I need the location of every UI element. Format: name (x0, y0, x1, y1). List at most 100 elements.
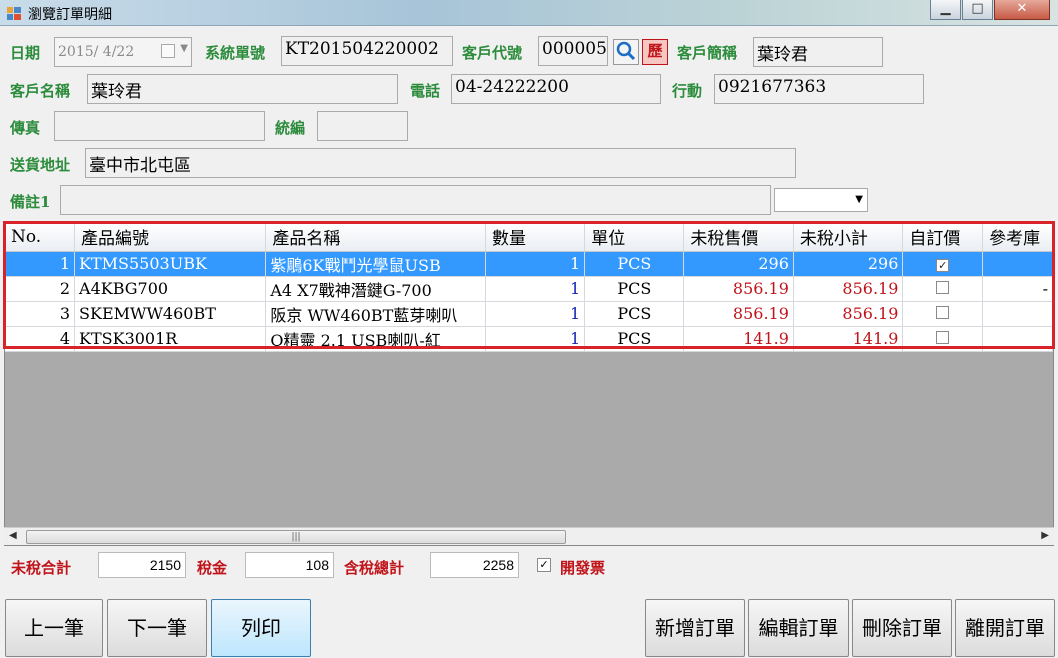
custom-price-checkbox[interactable] (936, 306, 950, 319)
untaxed-total-field: 2150 (98, 552, 186, 578)
cell-name: 紫鵰6K戰鬥光學鼠USB (265, 251, 487, 277)
cell-custom-price (902, 276, 984, 302)
cell-unit: PCS (584, 326, 685, 352)
cell-price: 856.19 (683, 276, 794, 302)
col-header[interactable]: No. (5, 223, 76, 252)
phone-field[interactable]: 04-24222200 (451, 74, 661, 104)
cell-price: 856.19 (683, 301, 794, 327)
title-bar: 瀏覽訂單明細 ▁ □ ✕ (0, 0, 1058, 26)
scroll-right-icon[interactable]: ▶ (1041, 530, 1049, 541)
invoice-label: 開發票 (560, 559, 606, 577)
minimize-button[interactable]: ▁ (930, 0, 961, 20)
address-field[interactable]: 臺中市北屯區 (85, 148, 796, 178)
window-title: 瀏覽訂單明細 (28, 7, 112, 23)
cell-qty: 1 (485, 251, 586, 277)
cell-subtotal: 296 (793, 251, 904, 277)
close-button[interactable]: ✕ (994, 0, 1050, 20)
customer-code-field[interactable]: 000005 (538, 36, 608, 66)
fax-field[interactable] (54, 111, 265, 141)
cell-ref: - (982, 276, 1053, 302)
order-items-grid[interactable]: No. 產品編號 產品名稱 數量 單位 未稅售價 未稅小計 自訂價 參考庫 1 … (4, 222, 1054, 546)
history-button[interactable]: 歷 (642, 39, 668, 65)
customer-code-label: 客戶代號 (462, 44, 523, 62)
customer-name-label: 客戶名稱 (10, 82, 71, 100)
date-value: 2015/ 4/22 (58, 44, 135, 60)
cell-price: 141.9 (683, 326, 794, 352)
scroll-thumb[interactable]: ||| (26, 530, 566, 544)
cell-code: A4KBG700 (74, 276, 267, 302)
app-icon (7, 7, 21, 20)
tax-field: 108 (245, 552, 334, 578)
grand-total-label: 含稅總計 (344, 559, 405, 577)
mobile-field[interactable]: 0921677363 (714, 74, 924, 104)
date-picker[interactable]: 2015/ 4/22 ▼ (54, 37, 192, 67)
col-header[interactable]: 單位 (584, 223, 685, 252)
grid-header: No. 產品編號 產品名稱 數量 單位 未稅售價 未稅小計 自訂價 參考庫 (5, 223, 1053, 252)
delete-order-button[interactable]: 刪除訂單 (852, 599, 952, 657)
search-icon (616, 41, 636, 61)
tax-label: 稅金 (197, 559, 228, 577)
cell-name: A4 X7戰神潛鍵G-700 (265, 276, 487, 302)
cell-qty: 1 (485, 326, 586, 352)
mobile-label: 行動 (672, 82, 703, 100)
customer-name-field[interactable]: 葉玲君 (87, 74, 398, 104)
prev-record-button[interactable]: 上一筆 (5, 599, 103, 657)
short-name-field[interactable]: 葉玲君 (753, 37, 883, 67)
table-row[interactable]: 3 SKEMWW460BT 阪京 WW460BT藍芽喇叭 1 PCS 856.1… (5, 301, 1053, 327)
invoice-checkbox[interactable]: ✓ (537, 558, 551, 572)
table-row[interactable]: 4 KTSK3001R Q精靈 2.1 USB喇叭-紅 1 PCS 141.9 … (5, 326, 1053, 352)
col-header[interactable]: 產品名稱 (265, 223, 487, 252)
fax-label: 傳真 (10, 119, 41, 137)
untaxed-total-label: 未稅合計 (11, 559, 72, 577)
table-row[interactable]: 1 KTMS5503UBK 紫鵰6K戰鬥光學鼠USB 1 PCS 296 296… (5, 251, 1053, 277)
cell-no: 1 (5, 251, 76, 277)
next-record-button[interactable]: 下一筆 (107, 599, 207, 657)
maximize-button[interactable]: □ (962, 0, 993, 20)
cell-ref (982, 301, 1053, 327)
cell-unit: PCS (584, 276, 685, 302)
address-label: 送貨地址 (10, 156, 71, 174)
cell-ref (982, 326, 1053, 352)
custom-price-checkbox[interactable] (936, 331, 950, 344)
items-table: No. 產品編號 產品名稱 數量 單位 未稅售價 未稅小計 自訂價 參考庫 1 … (5, 223, 1053, 352)
col-header[interactable]: 參考庫 (982, 223, 1053, 252)
note-dropdown[interactable]: ▼ (774, 188, 868, 212)
col-header[interactable]: 未稅售價 (683, 223, 794, 252)
cell-no: 2 (5, 276, 76, 302)
add-order-button[interactable]: 新增訂單 (645, 599, 745, 657)
chevron-down-icon[interactable]: ▼ (180, 43, 188, 54)
custom-price-checkbox[interactable] (936, 281, 950, 294)
cell-price: 296 (683, 251, 794, 277)
cell-custom-price: ✓ (902, 251, 984, 277)
col-header[interactable]: 數量 (485, 223, 586, 252)
order-no-field[interactable]: KT201504220002 (281, 36, 453, 66)
col-header[interactable]: 自訂價 (902, 223, 984, 252)
cell-custom-price (902, 326, 984, 352)
cell-no: 3 (5, 301, 76, 327)
search-button[interactable] (613, 39, 639, 65)
cell-code: KTMS5503UBK (74, 251, 267, 277)
tax-id-field[interactable] (317, 111, 408, 141)
edit-order-button[interactable]: 編輯訂單 (748, 599, 849, 657)
table-row[interactable]: 2 A4KBG700 A4 X7戰神潛鍵G-700 1 PCS 856.19 8… (5, 276, 1053, 302)
cell-unit: PCS (584, 301, 685, 327)
cell-subtotal: 856.19 (793, 301, 904, 327)
cell-custom-price (902, 301, 984, 327)
exit-order-button[interactable]: 離開訂單 (955, 599, 1055, 657)
print-button[interactable]: 列印 (211, 599, 311, 657)
col-header[interactable]: 產品編號 (74, 223, 267, 252)
cell-ref (982, 251, 1053, 277)
calendar-icon[interactable] (161, 44, 175, 58)
cell-name: 阪京 WW460BT藍芽喇叭 (265, 301, 487, 327)
custom-price-checkbox[interactable]: ✓ (936, 259, 950, 272)
note-field[interactable] (60, 185, 771, 215)
col-header[interactable]: 未稅小計 (793, 223, 904, 252)
scroll-left-icon[interactable]: ◀ (9, 530, 17, 541)
cell-qty: 1 (485, 276, 586, 302)
date-label: 日期 (10, 44, 41, 62)
short-name-label: 客戶簡稱 (677, 44, 738, 62)
cell-code: SKEMWW460BT (74, 301, 267, 327)
horizontal-scrollbar[interactable]: ◀ ||| ▶ (4, 527, 1054, 545)
cell-code: KTSK3001R (74, 326, 267, 352)
cell-qty: 1 (485, 301, 586, 327)
